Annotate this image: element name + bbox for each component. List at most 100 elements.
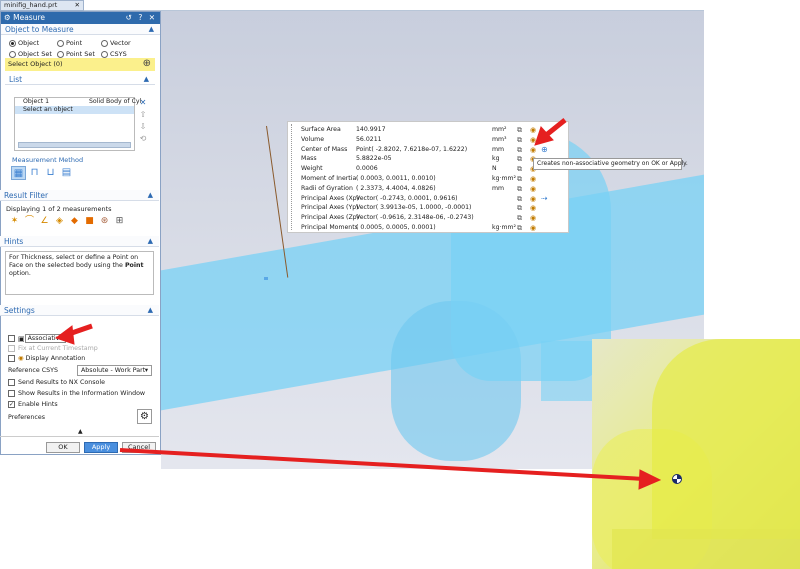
radio-point-set[interactable]: Point Set (57, 50, 95, 58)
collapse-icon[interactable]: ▲ (148, 305, 153, 316)
reference-csys-label: Reference CSYS (8, 367, 58, 374)
result-label: Surface Area (301, 126, 341, 133)
list-scrollbar[interactable] (18, 142, 131, 148)
move-down-icon[interactable]: ⇩ (138, 121, 148, 133)
checkbox[interactable] (8, 390, 15, 397)
annotation-toggle-icon[interactable]: ◉ (530, 203, 536, 213)
section-title: Hints (4, 237, 24, 246)
cancel-button[interactable]: Cancel (122, 442, 156, 453)
annotation-toggle-icon[interactable]: ◉ (530, 194, 536, 204)
checkbox[interactable]: ✓ (8, 401, 15, 408)
inertia-filter-icon[interactable]: ⊛ (98, 215, 111, 228)
checkbox[interactable] (8, 335, 15, 342)
object-list[interactable]: Object 1 Solid Body of Cyl Select an obj… (14, 97, 141, 151)
copy-icon[interactable]: ⧉ (517, 145, 522, 155)
measurement-method-label: Measurement Method (12, 156, 84, 164)
result-label: Center of Mass (301, 145, 348, 153)
result-label: Principal Axes (Xp) (301, 194, 360, 202)
annotation-toggle-icon[interactable]: ◉ (530, 135, 536, 145)
document-tab[interactable]: minifig_hand.prt ✕ (0, 0, 84, 11)
reset-icon[interactable]: ⟲ (138, 133, 148, 145)
create-point-icon[interactable]: ⊕ (541, 145, 548, 155)
copy-icon[interactable]: ⧉ (517, 203, 522, 213)
send-results-checkbox[interactable]: Send Results to NX Console (8, 379, 105, 386)
move-up-icon[interactable]: ⇧ (138, 109, 148, 121)
distance-filter-icon[interactable]: ✶ (8, 215, 21, 228)
titlebar-controls[interactable]: ↺ ? ✕ (126, 12, 157, 24)
create-vector-icon[interactable]: ⇢ (541, 194, 548, 204)
settings-header[interactable]: Settings ▲ (0, 305, 159, 316)
radio-csys[interactable]: CSYS (101, 50, 127, 58)
thickness-method-icon[interactable]: ▤ (59, 166, 74, 180)
list-item[interactable]: Object 1 Solid Body of Cyl (15, 98, 141, 106)
preferences-label: Preferences (8, 414, 46, 421)
associative-icon: ▣ (18, 334, 25, 343)
panel-grip[interactable] (291, 124, 293, 230)
document-tab-title: minifig_hand.prt (4, 1, 58, 9)
ok-button[interactable]: OK (46, 442, 80, 453)
close-icon[interactable]: ✕ (75, 1, 80, 10)
radio-vector[interactable]: Vector (101, 39, 131, 47)
zoom-inset-view (592, 339, 800, 569)
result-unit: mm (492, 184, 505, 192)
enable-hints-checkbox[interactable]: ✓ Enable Hints (8, 401, 58, 408)
hint-text-post: option. (9, 270, 31, 277)
annotation-icon: ◉ (18, 355, 24, 362)
annotation-toggle-icon[interactable]: ◉ (530, 145, 536, 155)
other-filter-icon[interactable]: ⊞ (113, 215, 126, 228)
copy-icon[interactable]: ⧉ (517, 125, 522, 135)
section-list[interactable]: List ▲ (5, 74, 155, 85)
reference-csys-select[interactable]: Absolute - Work Part ▾ (77, 365, 152, 376)
show-results-checkbox[interactable]: Show Results in the Information Window (8, 390, 145, 397)
list-item[interactable]: Select an object (15, 106, 134, 114)
hints-header[interactable]: Hints ▲ (0, 236, 159, 247)
face-method-icon[interactable]: ⊓ (27, 166, 42, 180)
volume-filter-icon[interactable]: ◆ (68, 215, 81, 228)
copy-icon[interactable]: ⧉ (517, 135, 522, 145)
annotation-toggle-icon[interactable]: ◉ (530, 174, 536, 184)
annotation-toggle-icon[interactable]: ◉ (530, 213, 536, 223)
section-object-to-measure[interactable]: Object to Measure ▲ (1, 24, 160, 35)
annotation-toggle-icon[interactable]: ◉ (530, 184, 536, 194)
collapse-icon[interactable]: ▲ (148, 236, 153, 247)
associative-checkbox[interactable]: ▣ Associative (8, 334, 67, 343)
copy-icon[interactable]: ⧉ (517, 213, 522, 223)
annotation-toggle-icon[interactable]: ◉ (530, 125, 536, 135)
result-value: ( 2.3373, 4.4004, 4.0826) (356, 184, 436, 192)
preferences-button[interactable]: ⚙ (137, 409, 152, 424)
edge-method-icon[interactable]: ⊔ (43, 166, 58, 180)
display-annotation-checkbox[interactable]: ◉ Display Annotation (8, 355, 85, 362)
delete-icon[interactable]: ✕ (138, 97, 148, 109)
select-object-bar[interactable]: Select Object (0) ⊕ (5, 58, 155, 71)
angle-filter-icon[interactable]: ∠ (38, 215, 51, 228)
hint-text: For Thickness, select or define a Point … (5, 251, 154, 295)
copy-icon[interactable]: ⧉ (517, 184, 522, 194)
radio-object[interactable]: Object (9, 39, 39, 47)
checkbox[interactable] (8, 355, 15, 362)
area-filter-icon[interactable]: ◈ (53, 215, 66, 228)
annotation-toggle-icon[interactable]: ◉ (530, 223, 536, 233)
dialog-titlebar: ⚙ Measure ↺ ? ✕ (1, 12, 160, 24)
mass-filter-icon[interactable]: ■ (83, 215, 96, 228)
collapse-icon[interactable]: ▲ (149, 24, 154, 35)
length-filter-icon[interactable]: ⌒ (23, 215, 36, 228)
result-value: 140.9917 (356, 126, 386, 133)
copy-icon[interactable]: ⧉ (517, 164, 522, 174)
copy-icon[interactable]: ⧉ (517, 154, 522, 164)
radio-point[interactable]: Point (57, 39, 82, 47)
expand-more-icon[interactable]: ▲ (78, 428, 83, 435)
apply-button[interactable]: Apply (84, 442, 118, 453)
copy-icon[interactable]: ⧉ (517, 223, 522, 233)
result-unit: kg (492, 155, 500, 163)
measurement-results-panel[interactable]: Surface Area 140.9917 mm² ⧉ ◉ Volume 56.0211 mm… (287, 121, 569, 233)
result-value: Point( -2.8202, 7.6218e-07, 1.6222) (356, 145, 468, 153)
collapse-icon[interactable]: ▲ (148, 190, 153, 201)
result-filter-header[interactable]: Result Filter ▲ (0, 190, 159, 201)
collapse-icon[interactable]: ▲ (144, 74, 149, 85)
radio-object-set[interactable]: Object Set (9, 50, 52, 58)
copy-icon[interactable]: ⧉ (517, 194, 522, 204)
checkbox[interactable] (8, 379, 15, 386)
crosshair-icon[interactable]: ⊕ (143, 59, 151, 69)
copy-icon[interactable]: ⧉ (517, 174, 522, 184)
body-method-icon[interactable]: ▦ (11, 166, 26, 180)
